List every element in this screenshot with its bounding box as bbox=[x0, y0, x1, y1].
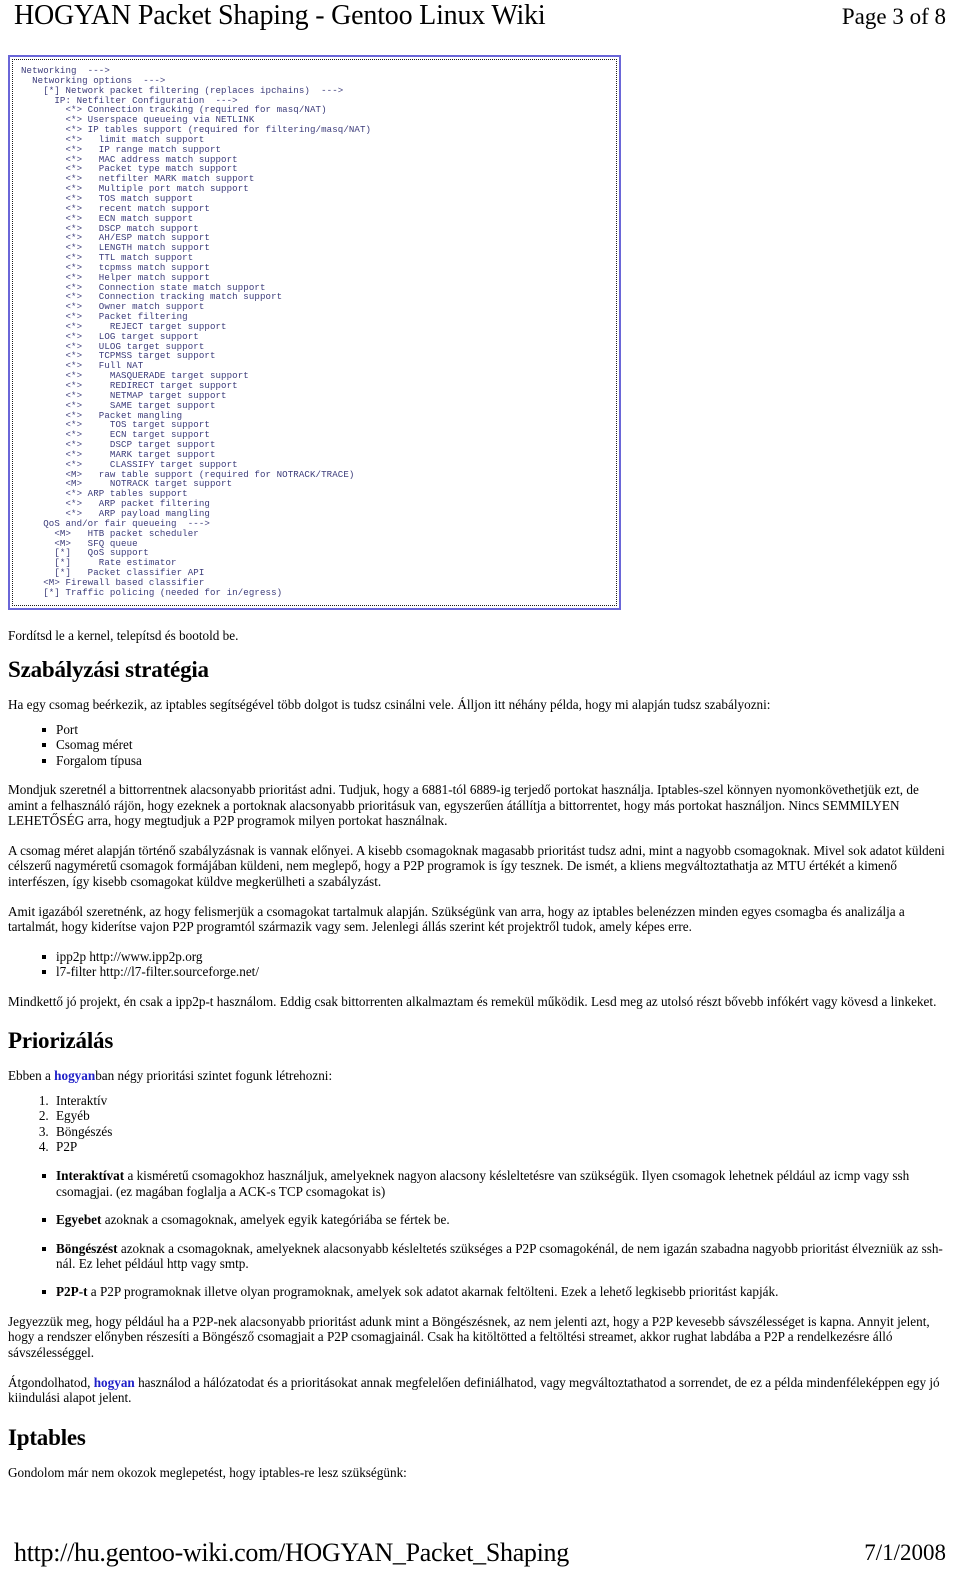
paragraph-packet-size: A csomag méret alapján történő szabályzá… bbox=[8, 842, 945, 889]
list-item: Csomag méret bbox=[42, 737, 952, 752]
priority-intro-suffix: ban négy prioritási szintet fogunk létre… bbox=[95, 1068, 333, 1084]
priority-intro-prefix: Ebben a bbox=[8, 1068, 55, 1084]
code-block-inner: Networking ---> Networking options ---> … bbox=[12, 59, 617, 606]
paragraph-rethink: Átgondolhatod, hogyan használod a hálóza… bbox=[6, 1375, 952, 1406]
paragraph-content-inspection: Amit igazából szeretnénk, az hogy felism… bbox=[8, 903, 905, 935]
list-item-p2p: P2P-t a P2P programoknak illetve olyan p… bbox=[42, 1284, 952, 1299]
definition-text: azoknak a csomagoknak, amelyeknek alacso… bbox=[56, 1240, 943, 1271]
list-item: Forgalom típusa bbox=[42, 753, 952, 768]
definition-term: Interaktívat bbox=[56, 1168, 125, 1184]
link-hogyan-1[interactable]: hogyan bbox=[54, 1068, 95, 1083]
paragraph-bittorrent: Mondjuk szeretnél a bittorrentnek alacso… bbox=[8, 781, 919, 829]
page-number-label: Page 3 of 8 bbox=[841, 4, 946, 29]
footer-source-url[interactable]: http://hu.gentoo-wiki.com/HOGYAN_Packet_… bbox=[14, 1538, 569, 1568]
list-item: Böngészés bbox=[52, 1124, 952, 1139]
footer-print-date: 7/1/2008 bbox=[864, 1540, 946, 1565]
list-item: Egyéb bbox=[52, 1108, 952, 1123]
page-header: HOGYAN Packet Shaping - Gentoo Linux Wik… bbox=[0, 0, 960, 42]
code-block: Networking ---> Networking options ---> … bbox=[8, 55, 621, 610]
paragraph-bandwidth: Jegyezzük meg, hogy például ha a P2P-nek… bbox=[8, 1313, 930, 1360]
heading-priorizalas: Priorizálás bbox=[8, 1028, 114, 1054]
list-item-ipp2p[interactable]: ipp2p http://www.ipp2p.org bbox=[42, 949, 952, 964]
strategy-intro-paragraph: Ha egy csomag beérkezik, az iptables seg… bbox=[8, 697, 771, 713]
priority-intro-paragraph: Ebben a hogyanban négy prioritási szinte… bbox=[6, 1068, 952, 1084]
heading-iptables: Iptables bbox=[8, 1424, 86, 1450]
list-item-egyeb: Egyebet azoknak a csomagoknak, amelyek e… bbox=[42, 1212, 952, 1227]
link-hogyan-2[interactable]: hogyan bbox=[94, 1375, 135, 1390]
kernel-config-listing: Networking ---> Networking options ---> … bbox=[21, 65, 372, 598]
list-item: P2P bbox=[52, 1139, 952, 1154]
list-item: Port bbox=[42, 722, 952, 737]
page-footer: http://hu.gentoo-wiki.com/HOGYAN_Packet_… bbox=[0, 1535, 960, 1571]
definition-term: Böngészést bbox=[56, 1240, 118, 1256]
definition-term: Egyebet bbox=[56, 1212, 102, 1228]
document-body: Networking ---> Networking options ---> … bbox=[0, 55, 960, 1480]
definition-text: azoknak a csomagoknak, amelyek egyik kat… bbox=[101, 1212, 450, 1228]
list-item-interaktiv: Interaktívat a kisméretű csomagokhoz has… bbox=[42, 1168, 952, 1199]
heading-szabalyzasi-strategia: Szabályzási stratégia bbox=[8, 657, 209, 683]
paragraph-iptables: Gondolom már nem okozok meglepetést, hog… bbox=[8, 1464, 407, 1480]
priority-definition-list: Interaktívat a kisméretű csomagokhoz has… bbox=[6, 1168, 952, 1299]
paragraph-projects-note: Mindkettő jó projekt, én csak a ipp2p-t … bbox=[8, 993, 937, 1009]
rethink-suffix: használod a hálózatodat és a prioritások… bbox=[8, 1374, 940, 1406]
strategy-bullet-list: Port Csomag méret Forgalom típusa bbox=[6, 722, 952, 768]
list-item: Interaktív bbox=[52, 1093, 952, 1108]
rethink-prefix: Átgondolhatod, bbox=[8, 1374, 94, 1390]
priority-level-list: Interaktív Egyéb Böngészés P2P bbox=[6, 1093, 952, 1155]
intro-paragraph: Fordítsd le a kernel, telepítsd és booto… bbox=[8, 627, 239, 643]
list-item-l7-filter[interactable]: l7-filter http://l7-filter.sourceforge.n… bbox=[42, 964, 952, 979]
definition-term: P2P-t bbox=[56, 1284, 88, 1300]
page-title: HOGYAN Packet Shaping - Gentoo Linux Wik… bbox=[14, 0, 546, 31]
list-item-bongeszes: Böngészést azoknak a csomagoknak, amelye… bbox=[42, 1241, 952, 1272]
project-link-list: ipp2p http://www.ipp2p.org l7-filter htt… bbox=[6, 949, 952, 980]
definition-text: a kisméretű csomagokhoz használjuk, amel… bbox=[56, 1168, 910, 1199]
definition-text: a P2P programoknak illetve olyan program… bbox=[87, 1284, 779, 1300]
